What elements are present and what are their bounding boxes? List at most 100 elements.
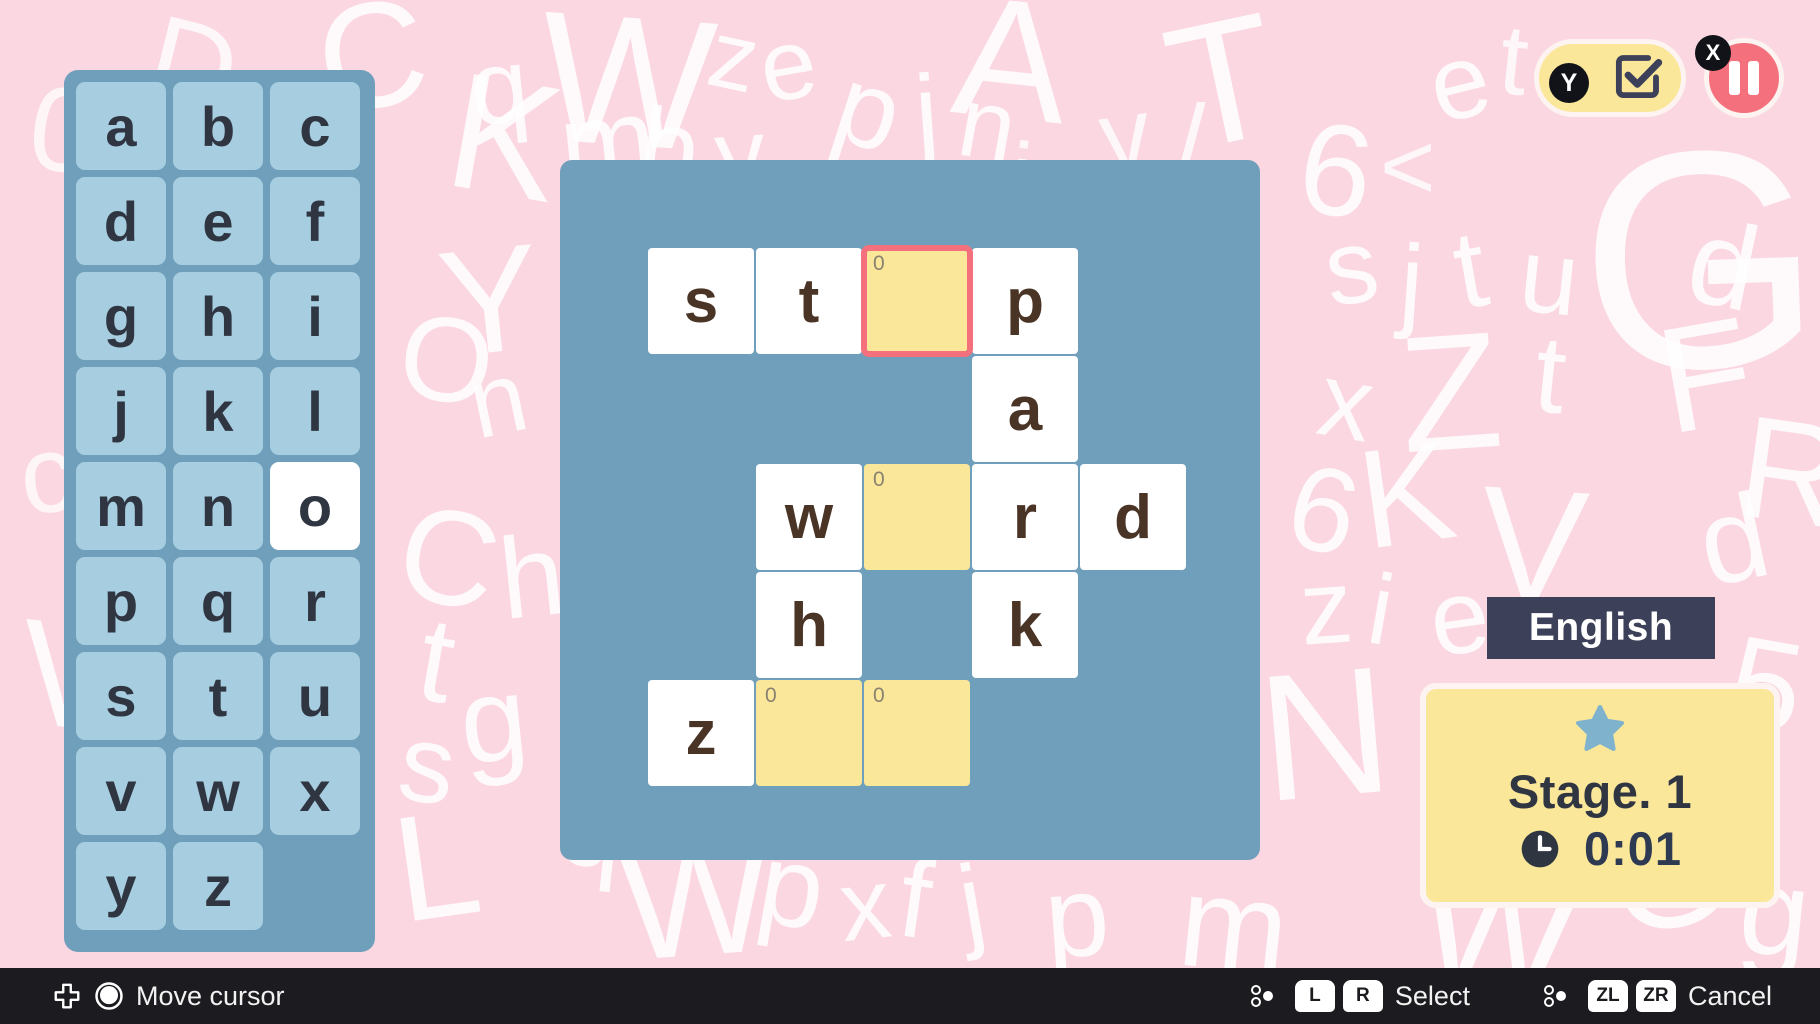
alphabet-key-label: x bbox=[299, 759, 331, 823]
background-letter: O bbox=[391, 287, 503, 433]
background-letter: u bbox=[1514, 216, 1585, 339]
alphabet-key-i[interactable]: i bbox=[270, 272, 360, 360]
alphabet-key-p[interactable]: p bbox=[76, 557, 166, 645]
pause-icon bbox=[1729, 61, 1759, 95]
top-right-controls: Y X bbox=[1534, 35, 1784, 118]
grid-cell-blank[interactable]: 0 bbox=[864, 464, 970, 570]
language-label: English bbox=[1528, 606, 1674, 649]
background-letter: 6 bbox=[1290, 92, 1383, 248]
alphabet-key-label: d bbox=[103, 189, 139, 253]
alphabet-key-s[interactable]: s bbox=[76, 652, 166, 740]
game-screen: CDqWzeApjnT6<etKmbyGdsjtuYOnxZtFRCh6KVdt… bbox=[0, 0, 1820, 1024]
grid-cell-number: 0 bbox=[873, 468, 885, 491]
alphabet-key-label: n bbox=[200, 474, 236, 538]
star-icon bbox=[1571, 701, 1629, 762]
grid-cell-letter[interactable]: a bbox=[972, 356, 1078, 462]
grid-cell-letter[interactable]: s bbox=[648, 248, 754, 354]
hint-label: Select bbox=[1394, 980, 1470, 1011]
alphabet-key-label: w bbox=[196, 759, 240, 823]
grid-cell-letter[interactable]: r bbox=[972, 464, 1078, 570]
alphabet-key-m[interactable]: m bbox=[76, 462, 166, 550]
grid-cell-empty bbox=[1080, 572, 1186, 678]
pause-button[interactable]: X bbox=[1695, 35, 1784, 118]
keycap-zr: ZR bbox=[1635, 980, 1676, 1012]
left-stick-icon bbox=[94, 981, 124, 1011]
stage-info-card: Stage. 1 0:01 bbox=[1420, 683, 1780, 908]
grid-cell-blank[interactable]: 0 bbox=[756, 680, 862, 786]
alphabet-key-empty bbox=[270, 842, 360, 930]
background-letter: x bbox=[1310, 340, 1383, 465]
alphabet-key-j[interactable]: j bbox=[76, 367, 166, 455]
alphabet-key-label: y bbox=[105, 854, 137, 918]
alphabet-key-label: e bbox=[202, 189, 234, 253]
alphabet-key-label: c bbox=[299, 94, 331, 158]
alphabet-key-t[interactable]: t bbox=[173, 652, 263, 740]
grid-cell-letter[interactable]: h bbox=[756, 572, 862, 678]
crossword-grid[interactable]: s t 0 pa w 0 r d h k z 0 0 bbox=[648, 245, 1186, 786]
background-letter: e bbox=[1416, 18, 1502, 147]
timer-row: 0:01 bbox=[1518, 821, 1682, 876]
grid-cell-empty bbox=[756, 356, 862, 462]
alphabet-key-d[interactable]: d bbox=[76, 177, 166, 265]
clock-icon bbox=[1518, 827, 1562, 871]
grid-cell-blank[interactable]: 0 bbox=[861, 245, 973, 357]
grid-cell-blank[interactable]: 0 bbox=[864, 680, 970, 786]
alphabet-key-label: o bbox=[297, 474, 333, 538]
background-letter: t bbox=[1528, 311, 1572, 438]
dpad-icon bbox=[52, 981, 82, 1011]
grid-cell-letter[interactable]: w bbox=[756, 464, 862, 570]
background-letter: x bbox=[834, 846, 896, 964]
alphabet-key-r[interactable]: r bbox=[270, 557, 360, 645]
grid-cell-letter[interactable]: k bbox=[972, 572, 1078, 678]
alphabet-key-w[interactable]: w bbox=[173, 747, 263, 835]
alphabet-key-e[interactable]: e bbox=[173, 177, 263, 265]
alphabet-key-a[interactable]: a bbox=[76, 82, 166, 170]
background-letter: g bbox=[453, 649, 534, 791]
alphabet-key-o[interactable]: o bbox=[270, 462, 360, 550]
alphabet-key-h[interactable]: h bbox=[173, 272, 263, 360]
checkbox-check-icon bbox=[1611, 49, 1665, 108]
background-letter: G bbox=[1574, 81, 1820, 438]
grid-cell-empty bbox=[648, 464, 754, 570]
background-letter: i bbox=[1360, 552, 1402, 668]
alphabet-keyboard-panel[interactable]: abc de f gh i j k l mno pq r s t u vwx y z bbox=[64, 70, 375, 952]
grid-cell-letter[interactable]: z bbox=[648, 680, 754, 786]
alphabet-key-n[interactable]: n bbox=[173, 462, 263, 550]
grid-cell-letter[interactable]: d bbox=[1080, 464, 1186, 570]
hint-keys: ZL ZR bbox=[1587, 980, 1676, 1012]
alphabet-key-v[interactable]: v bbox=[76, 747, 166, 835]
alphabet-key-y[interactable]: y bbox=[76, 842, 166, 930]
grid-cell-letter-label: d bbox=[1114, 482, 1152, 552]
alphabet-key-label: b bbox=[200, 94, 236, 158]
alphabet-key-k[interactable]: k bbox=[173, 367, 263, 455]
alphabet-key-l[interactable]: l bbox=[270, 367, 360, 455]
grid-cell-letter-label: w bbox=[784, 482, 834, 552]
check-answer-button[interactable]: Y bbox=[1534, 39, 1686, 117]
grid-cell-letter[interactable]: t bbox=[756, 248, 862, 354]
background-letter: s bbox=[1317, 205, 1386, 330]
alphabet-key-label: p bbox=[103, 569, 139, 633]
grid-cell-empty bbox=[1080, 680, 1186, 786]
alphabet-key-c[interactable]: c bbox=[270, 82, 360, 170]
alphabet-key-label: j bbox=[113, 379, 129, 443]
background-letter: z bbox=[699, 0, 769, 114]
alphabet-key-label: z bbox=[204, 854, 232, 918]
alphabet-key-z[interactable]: z bbox=[173, 842, 263, 930]
alphabet-key-f[interactable]: f bbox=[270, 177, 360, 265]
grid-cell-empty bbox=[864, 572, 970, 678]
alphabet-key-label: s bbox=[105, 664, 137, 728]
background-letter: W bbox=[533, 0, 722, 191]
grid-cell-letter-label: h bbox=[790, 590, 828, 660]
alphabet-key-q[interactable]: q bbox=[173, 557, 263, 645]
x-button-badge: X bbox=[1695, 35, 1731, 71]
alphabet-key-b[interactable]: b bbox=[173, 82, 263, 170]
crossword-board-panel: s t 0 pa w 0 r d h k z 0 0 bbox=[560, 160, 1260, 860]
grid-cell-letter[interactable]: p bbox=[972, 248, 1078, 354]
background-letter: C bbox=[385, 473, 513, 642]
alphabet-key-u[interactable]: u bbox=[270, 652, 360, 740]
background-letter: q bbox=[464, 26, 535, 149]
alphabet-key-x[interactable]: x bbox=[270, 747, 360, 835]
alphabet-key-g[interactable]: g bbox=[76, 272, 166, 360]
background-letter: < bbox=[1380, 114, 1436, 220]
background-letter: 6 bbox=[1274, 436, 1372, 584]
